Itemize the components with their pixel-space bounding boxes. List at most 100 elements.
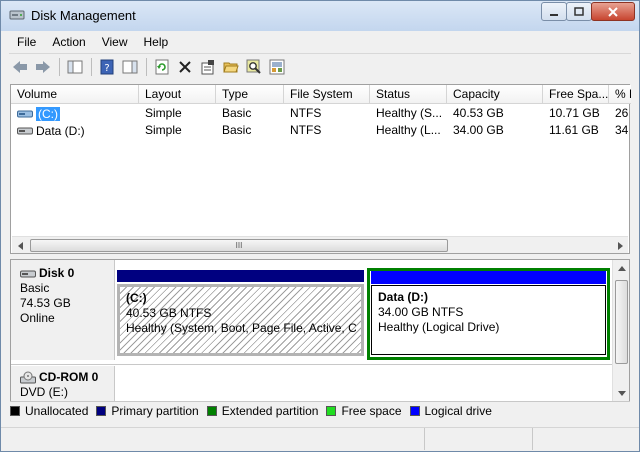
console-tree-icon bbox=[67, 60, 83, 73]
status-bar bbox=[1, 427, 639, 451]
scroll-right-button[interactable] bbox=[611, 237, 628, 254]
disk-management-window: Disk Management File Action View Help ? … bbox=[0, 0, 640, 452]
maximize-icon bbox=[574, 6, 584, 16]
layout-cell: Simple bbox=[145, 123, 182, 137]
column-header-free-space[interactable]: Free Spa... bbox=[543, 85, 609, 104]
scroll-down-arrow-icon bbox=[617, 390, 626, 396]
volume-list-header: Volume Layout Type File System Status Ca… bbox=[11, 85, 631, 104]
volume-name: Data (D:) bbox=[36, 123, 85, 138]
menu-help[interactable]: Help bbox=[136, 35, 177, 49]
partition-d[interactable]: Data (D:) 34.00 GB NTFS Healthy (Logical… bbox=[367, 268, 610, 360]
type-cell: Basic bbox=[222, 106, 252, 120]
toolbar: ? bbox=[9, 53, 631, 79]
partition-d-area: Data (D:) 34.00 GB NTFS Healthy (Logical… bbox=[371, 285, 606, 355]
disk-0-name-row: Disk 0 bbox=[20, 266, 105, 281]
close-icon bbox=[608, 6, 618, 17]
column-header-status[interactable]: Status bbox=[370, 85, 447, 104]
layout-cell: Simple bbox=[145, 106, 182, 120]
open-folder-icon bbox=[223, 62, 239, 72]
menu-file[interactable]: File bbox=[9, 35, 44, 49]
column-header-volume[interactable]: Volume bbox=[11, 85, 139, 104]
disk-properties-button[interactable] bbox=[266, 56, 288, 78]
partition-d-body: Data (D:) 34.00 GB NTFS Healthy (Logical… bbox=[372, 286, 605, 339]
partition-legend: Unallocated Primary partition Extended p… bbox=[10, 401, 630, 419]
free-space-cell: 10.71 GB bbox=[549, 106, 600, 120]
help-button[interactable]: ? bbox=[96, 56, 118, 78]
forward-button[interactable] bbox=[32, 56, 54, 78]
menu-action[interactable]: Action bbox=[44, 35, 93, 49]
scroll-down-button[interactable] bbox=[613, 384, 630, 401]
disk-0-info[interactable]: Disk 0 Basic 74.53 GB Online bbox=[11, 260, 115, 360]
forward-arrow-icon bbox=[36, 60, 50, 73]
show-hide-action-pane-button[interactable] bbox=[119, 56, 141, 78]
legend-label: Primary partition bbox=[111, 403, 199, 418]
disk-management-app-icon bbox=[9, 10, 25, 20]
disk-layout-pane: Disk 0 Basic 74.53 GB Online (C:) 40.53 … bbox=[10, 259, 630, 419]
capacity-cell: 40.53 GB bbox=[453, 106, 504, 120]
horizontal-scroll-thumb[interactable]: III bbox=[30, 239, 448, 252]
status-cell: Healthy (S... bbox=[376, 106, 443, 120]
vertical-scroll-thumb[interactable] bbox=[615, 280, 628, 364]
open-button[interactable] bbox=[220, 56, 242, 78]
back-button[interactable] bbox=[9, 56, 31, 78]
cdrom-drive-icon bbox=[20, 371, 36, 383]
volume-row[interactable]: Data (D:) Simple Basic NTFS Healthy (L..… bbox=[11, 122, 631, 139]
file-system-cell: NTFS bbox=[290, 123, 322, 137]
toolbar-separator bbox=[59, 57, 60, 76]
disk-properties-icon bbox=[269, 59, 285, 74]
close-button[interactable] bbox=[591, 2, 635, 21]
capacity-cell: 34.00 GB bbox=[453, 123, 504, 137]
partition-c-label: (C:) bbox=[126, 291, 147, 305]
disk-0-size: 74.53 GB bbox=[20, 296, 71, 310]
explore-button[interactable] bbox=[243, 56, 265, 78]
vertical-scrollbar[interactable] bbox=[612, 260, 629, 418]
column-header-capacity[interactable]: Capacity bbox=[447, 85, 543, 104]
partition-c-hatched-area: (C:) 40.53 GB NTFS Healthy (System, Boot… bbox=[117, 284, 364, 356]
volume-drive-icon bbox=[17, 127, 33, 134]
menu-bar: File Action View Help bbox=[9, 32, 631, 52]
percent-free-cell: 34 bbox=[615, 123, 629, 137]
cdrom-0-name-row: CD-ROM 0 bbox=[20, 370, 105, 385]
maximize-button[interactable] bbox=[566, 2, 592, 21]
column-header-percent-free[interactable]: % F bbox=[609, 85, 631, 104]
legend-swatch bbox=[10, 405, 20, 416]
help-book-icon: ? bbox=[100, 59, 114, 74]
properties-button[interactable] bbox=[197, 56, 219, 78]
column-header-file-system[interactable]: File System bbox=[284, 85, 370, 104]
hard-disk-icon bbox=[20, 270, 36, 277]
back-arrow-icon bbox=[13, 60, 27, 73]
partition-d-status: Healthy (Logical Drive) bbox=[378, 320, 500, 334]
legend-label: Free space bbox=[341, 403, 402, 418]
refresh-button[interactable] bbox=[151, 56, 173, 78]
type-cell: Basic bbox=[222, 123, 252, 137]
legend-label: Unallocated bbox=[25, 403, 89, 418]
minimize-button[interactable] bbox=[541, 2, 567, 21]
delete-x-icon bbox=[179, 60, 191, 73]
minimize-icon bbox=[550, 13, 558, 16]
horizontal-scrollbar[interactable]: III bbox=[12, 236, 628, 253]
cdrom-0-type: DVD (E:) bbox=[20, 385, 68, 399]
volume-row[interactable]: (C:) Simple Basic NTFS Healthy (S... 40.… bbox=[11, 105, 631, 122]
partition-c-status: Healthy (System, Boot, Page File, Active… bbox=[126, 321, 356, 335]
menu-view[interactable]: View bbox=[94, 35, 136, 49]
column-header-type[interactable]: Type bbox=[216, 85, 284, 104]
status-cell: Healthy (L... bbox=[376, 123, 441, 137]
scroll-up-button[interactable] bbox=[613, 260, 630, 277]
cdrom-0-info[interactable]: CD-ROM 0 DVD (E:) bbox=[11, 366, 115, 402]
primary-partition-bar bbox=[117, 270, 364, 282]
legend-swatch bbox=[96, 405, 107, 416]
toolbar-separator bbox=[146, 57, 147, 76]
volume-name: (C:) bbox=[36, 106, 60, 121]
status-bar-pane bbox=[425, 428, 533, 450]
scroll-left-button[interactable] bbox=[12, 237, 29, 254]
refresh-icon bbox=[155, 59, 169, 74]
legend-swatch bbox=[409, 405, 420, 416]
column-header-layout[interactable]: Layout bbox=[139, 85, 216, 104]
partition-c[interactable]: (C:) 40.53 GB NTFS Healthy (System, Boot… bbox=[117, 270, 364, 358]
properties-icon bbox=[201, 59, 214, 74]
delete-button[interactable] bbox=[174, 56, 196, 78]
scroll-up-arrow-icon bbox=[617, 265, 626, 271]
caption-buttons bbox=[541, 2, 635, 22]
show-hide-console-tree-button[interactable] bbox=[64, 56, 86, 78]
legend-swatch bbox=[206, 405, 217, 416]
